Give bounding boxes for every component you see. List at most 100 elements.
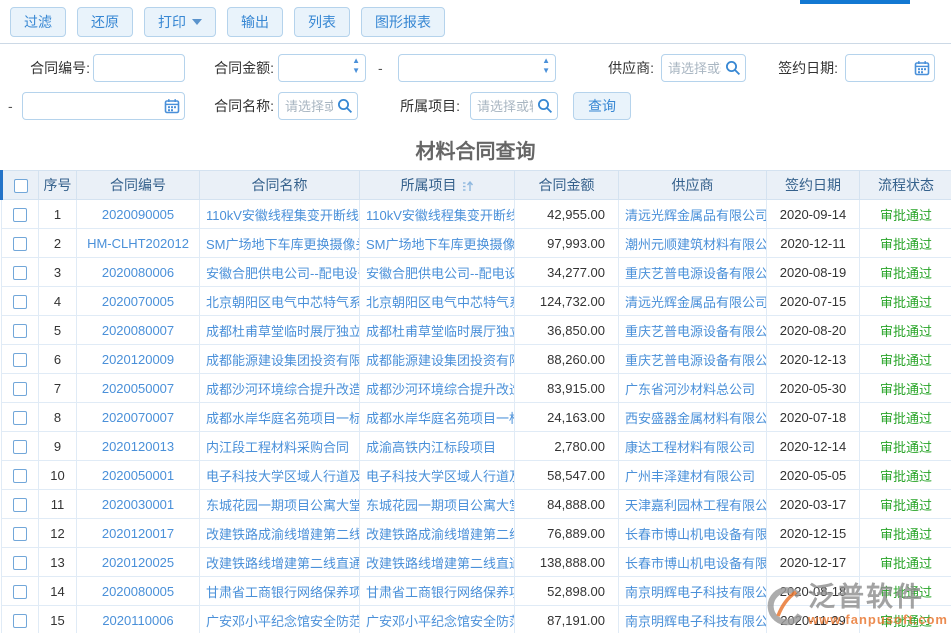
row-checkbox[interactable] bbox=[13, 208, 27, 222]
project-cell: 成都杜甫草堂临时展厅独立 bbox=[360, 316, 515, 345]
project-cell: 东城花园一期项目公寓大堂 bbox=[360, 490, 515, 519]
restore-button[interactable]: 还原 bbox=[77, 7, 133, 37]
amount-max-spinner[interactable]: ▲▼ bbox=[542, 57, 550, 75]
select-all-header-cell[interactable] bbox=[2, 171, 39, 200]
amount-range-dash: - bbox=[378, 54, 383, 82]
sign-date-end-input[interactable] bbox=[22, 92, 185, 120]
amount-min-spinner[interactable]: ▲▼ bbox=[352, 57, 360, 75]
contract-no-link[interactable]: 2020070007 bbox=[102, 410, 174, 425]
status-cell: 审批通过 bbox=[860, 258, 951, 287]
supplier-cell: 重庆艺普电源设备有限公司 bbox=[619, 258, 767, 287]
row-checkbox[interactable] bbox=[13, 353, 27, 367]
search-icon[interactable] bbox=[725, 60, 741, 76]
amount-cell: 76,889.00 bbox=[515, 519, 619, 548]
contract-no-cell: 2020110006 bbox=[77, 606, 200, 633]
contract-no-link[interactable]: 2020120017 bbox=[102, 526, 174, 541]
contract-no-cell: 2020120013 bbox=[77, 432, 200, 461]
checkbox-cell[interactable] bbox=[2, 519, 39, 548]
checkbox-cell[interactable] bbox=[2, 606, 39, 633]
checkbox-cell[interactable] bbox=[2, 374, 39, 403]
contract-no-link[interactable]: 2020080006 bbox=[102, 265, 174, 280]
list-view-button[interactable]: 列表 bbox=[294, 7, 350, 37]
calendar-icon[interactable] bbox=[164, 98, 180, 114]
row-checkbox[interactable] bbox=[13, 556, 27, 570]
row-checkbox[interactable] bbox=[13, 266, 27, 280]
status-cell: 审批通过 bbox=[860, 519, 951, 548]
filter-button[interactable]: 过滤 bbox=[10, 7, 66, 37]
status-cell: 审批通过 bbox=[860, 606, 951, 633]
row-checkbox[interactable] bbox=[13, 382, 27, 396]
row-checkbox[interactable] bbox=[13, 585, 27, 599]
table-row: 72020050007成都沙河环境综合提升改造成都沙河环境综合提升改造83,91… bbox=[2, 374, 951, 403]
contract-no-link[interactable]: HM-CLHT202012 bbox=[87, 236, 189, 251]
row-checkbox[interactable] bbox=[13, 469, 27, 483]
checkbox-cell[interactable] bbox=[2, 403, 39, 432]
checkbox-cell[interactable] bbox=[2, 345, 39, 374]
contract-no-link[interactable]: 2020030001 bbox=[102, 497, 174, 512]
column-header-label: 流程状态 bbox=[878, 177, 934, 193]
contract-no-cell: 2020080006 bbox=[77, 258, 200, 287]
checkbox-cell[interactable] bbox=[2, 200, 39, 229]
checkbox-cell[interactable] bbox=[2, 229, 39, 258]
checkbox-cell[interactable] bbox=[2, 287, 39, 316]
row-checkbox[interactable] bbox=[13, 237, 27, 251]
print-button[interactable]: 打印 bbox=[144, 7, 216, 37]
calendar-icon[interactable] bbox=[914, 60, 930, 76]
contract-no-link[interactable]: 2020080007 bbox=[102, 323, 174, 338]
contract-no-link[interactable]: 2020090005 bbox=[102, 207, 174, 222]
column-header-label: 序号 bbox=[44, 177, 72, 193]
search-icon[interactable] bbox=[337, 98, 353, 114]
filter-button-label: 过滤 bbox=[24, 12, 52, 32]
supplier-cell: 广州丰泽建材有限公司 bbox=[619, 461, 767, 490]
row-checkbox[interactable] bbox=[13, 498, 27, 512]
checkbox-cell[interactable] bbox=[2, 258, 39, 287]
row-checkbox[interactable] bbox=[13, 527, 27, 541]
seq-cell: 6 bbox=[39, 345, 77, 374]
contract-no-link[interactable]: 2020120009 bbox=[102, 352, 174, 367]
checkbox-cell[interactable] bbox=[2, 316, 39, 345]
table-row: 132020120025改建铁路线增建第二线直通改建铁路线增建第二线直通138,… bbox=[2, 548, 951, 577]
contract-no-link[interactable]: 2020110006 bbox=[102, 613, 173, 628]
status-cell: 审批通过 bbox=[860, 229, 951, 258]
row-checkbox[interactable] bbox=[13, 324, 27, 338]
row-checkbox[interactable] bbox=[13, 440, 27, 454]
sign-date-cell: 2020-05-05 bbox=[767, 461, 860, 490]
status-cell: 审批通过 bbox=[860, 345, 951, 374]
sign-date-cell: 2020-08-18 bbox=[767, 577, 860, 606]
amount-cell: 87,191.00 bbox=[515, 606, 619, 633]
project-cell: SM广场地下车库更换摄像头 bbox=[360, 229, 515, 258]
project-field-wrap bbox=[470, 92, 558, 120]
row-checkbox[interactable] bbox=[13, 411, 27, 425]
sort-icon[interactable] bbox=[462, 181, 474, 192]
contract-no-input[interactable] bbox=[93, 54, 185, 82]
sign-date-cell: 2020-12-14 bbox=[767, 432, 860, 461]
table-row: 102020050001电子科技大学区域人行道及电子科技大学区域人行道及58,5… bbox=[2, 461, 951, 490]
amount-max-input[interactable] bbox=[398, 54, 556, 82]
contract-no-link[interactable]: 2020070005 bbox=[102, 294, 174, 309]
export-button[interactable]: 输出 bbox=[227, 7, 283, 37]
contract-no-cell: 2020030001 bbox=[77, 490, 200, 519]
checkbox-cell[interactable] bbox=[2, 461, 39, 490]
select-all-checkbox[interactable] bbox=[14, 179, 28, 193]
checkbox-cell[interactable] bbox=[2, 490, 39, 519]
table-row: 62020120009成都能源建设集团投资有限公司成都能源建设集团投资有限公司8… bbox=[2, 345, 951, 374]
row-checkbox[interactable] bbox=[13, 295, 27, 309]
contract-no-link[interactable]: 2020080005 bbox=[102, 584, 174, 599]
contract-name-cell: 甘肃省工商银行网络保养项 bbox=[200, 577, 360, 606]
project-cell: 成渝高铁内江标段项目 bbox=[360, 432, 515, 461]
checkbox-cell[interactable] bbox=[2, 432, 39, 461]
contract-no-cell: 2020090005 bbox=[77, 200, 200, 229]
query-button[interactable]: 查询 bbox=[573, 92, 631, 120]
contract-no-link[interactable]: 2020050007 bbox=[102, 381, 174, 396]
contract-name-field-wrap bbox=[278, 92, 358, 120]
filter-panel: 合同编号: 合同金额: ▲▼ - ▲▼ 供应商: 签约日期: - bbox=[0, 44, 951, 124]
checkbox-cell[interactable] bbox=[2, 577, 39, 606]
row-checkbox[interactable] bbox=[13, 614, 27, 628]
search-icon[interactable] bbox=[537, 98, 553, 114]
contract-no-link[interactable]: 2020120025 bbox=[102, 555, 174, 570]
contract-no-link[interactable]: 2020120013 bbox=[102, 439, 174, 454]
graph-report-button[interactable]: 图形报表 bbox=[361, 7, 445, 37]
contract-no-cell: HM-CLHT202012 bbox=[77, 229, 200, 258]
contract-no-link[interactable]: 2020050001 bbox=[102, 468, 174, 483]
checkbox-cell[interactable] bbox=[2, 548, 39, 577]
